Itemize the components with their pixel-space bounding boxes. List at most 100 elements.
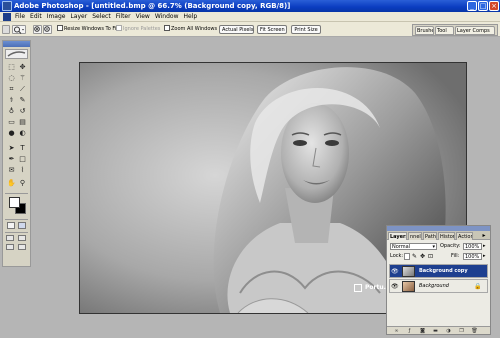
move-tool[interactable]: ✥ — [18, 63, 27, 72]
fill-dropdown-icon[interactable]: ▸ — [483, 253, 488, 260]
layer-thumbnail — [402, 281, 415, 292]
blur-tool[interactable]: ● — [7, 129, 16, 138]
quick-mask-mode-button[interactable] — [18, 222, 26, 229]
screen-mode-standard-button[interactable] — [6, 235, 14, 241]
menu-file[interactable]: File — [15, 13, 25, 20]
layer-row-background-copy[interactable]: 👁 Background copy — [389, 264, 488, 278]
type-tool[interactable]: T — [18, 144, 27, 153]
healing-brush-icon: ⚕ — [9, 96, 14, 104]
layer-style-icon[interactable]: ƒ — [406, 328, 413, 334]
trash-icon[interactable]: 🗑 — [471, 328, 478, 334]
crop-tool[interactable]: ⌗ — [7, 85, 16, 94]
dodge-tool[interactable]: ◐ — [18, 129, 27, 138]
blend-mode-select[interactable]: Normal ▾ — [390, 243, 437, 250]
standard-mode-button[interactable] — [7, 222, 15, 229]
foreground-color-swatch[interactable] — [9, 197, 20, 208]
toolbox-title-bar[interactable] — [3, 41, 30, 47]
zoom-all-label: Zoom All Windows — [171, 26, 218, 32]
screen-mode-full-button[interactable] — [6, 244, 14, 250]
palette-tab-brushes[interactable]: Brushes — [415, 26, 434, 35]
eraser-tool[interactable]: ▭ — [7, 118, 16, 127]
actual-pixels-button[interactable]: Actual Pixels — [219, 25, 254, 34]
history-brush-tool[interactable]: ↺ — [18, 107, 27, 116]
palette-tab-tool-presets[interactable]: Tool Pr — [435, 26, 454, 35]
layer-row-background[interactable]: 👁 Background 🔒 — [389, 279, 488, 293]
link-icon[interactable]: ∞ — [393, 328, 400, 334]
zoom-tool-preset-icon[interactable] — [12, 25, 26, 34]
slice-tool[interactable]: ⟋ — [18, 85, 27, 94]
zoom-tool[interactable]: ⚲ — [18, 179, 27, 188]
tab-channels[interactable]: nnels — [408, 232, 422, 240]
menu-image[interactable]: Image — [47, 13, 66, 20]
gradient-tool[interactable]: ▤ — [18, 118, 27, 127]
tab-layers[interactable]: Layers — [388, 232, 407, 240]
layers-panel: Layers nnels Paths History Actions ▸ Nor… — [386, 225, 491, 335]
eyedropper-tool[interactable]: ⌇ — [18, 166, 27, 175]
adjustment-icon[interactable]: ◑ — [445, 328, 452, 334]
opacity-field[interactable]: 100% — [463, 243, 482, 250]
hand-icon: ✋ — [7, 179, 16, 187]
toolbox-divider — [5, 193, 28, 194]
document-menu-icon[interactable] — [3, 12, 11, 21]
shape-tool[interactable]: □ — [18, 155, 27, 164]
menu-layer[interactable]: Layer — [70, 13, 87, 20]
layer-name: Background copy — [419, 268, 468, 274]
palette-well: Brushes Tool Pr Layer Comps — [412, 24, 498, 36]
print-size-button[interactable]: Print Size — [291, 25, 321, 34]
panel-menu-arrow-icon[interactable]: ▸ — [480, 232, 488, 239]
menu-view[interactable]: View — [136, 13, 150, 20]
brush-icon: ✎ — [19, 96, 26, 104]
menu-window[interactable]: Window — [155, 13, 179, 20]
path-selection-tool[interactable]: ➤ — [7, 144, 16, 153]
magic-wand-tool[interactable]: ⚚ — [18, 74, 27, 83]
pen-tool[interactable]: ✒ — [7, 155, 16, 164]
ignore-palettes-label: Ignore Palettes — [123, 26, 161, 32]
mask-icon[interactable]: ◙ — [419, 328, 426, 334]
marquee-tool[interactable]: ⬚ — [7, 63, 16, 72]
fill-field[interactable]: 100% — [463, 253, 482, 260]
opacity-label: Opacity: — [440, 243, 461, 249]
fit-screen-button[interactable]: Fit Screen — [257, 25, 287, 34]
new-layer-icon[interactable]: ❐ — [458, 328, 465, 334]
blur-icon: ● — [8, 129, 15, 137]
title-bar: Adobe Photoshop - [untitled.bmp @ 66.7% … — [0, 0, 500, 12]
lock-transparency-icon[interactable] — [404, 253, 410, 260]
menu-select[interactable]: Select — [92, 13, 111, 20]
notes-tool[interactable]: ✉ — [7, 166, 16, 175]
menu-edit[interactable]: Edit — [30, 13, 42, 20]
lock-pixels-icon[interactable]: ✎ — [412, 253, 418, 260]
menu-help[interactable]: Help — [184, 13, 198, 20]
zoom-icon: ⚲ — [19, 179, 26, 187]
resize-windows-checkbox[interactable]: Resize Windows To Fit — [57, 25, 118, 34]
eye-icon[interactable]: 👁 — [391, 283, 399, 290]
maximize-button[interactable]: □ — [478, 1, 488, 11]
notes-icon: ✉ — [8, 166, 15, 174]
tab-paths[interactable]: Paths — [423, 232, 437, 240]
jump-to-imageready-button[interactable] — [18, 244, 26, 250]
lock-position-icon[interactable]: ✥ — [420, 253, 426, 260]
eye-icon[interactable]: 👁 — [391, 268, 399, 275]
healing-brush-tool[interactable]: ⚕ — [7, 96, 16, 105]
minimize-button[interactable]: _ — [467, 1, 477, 11]
hand-tool[interactable]: ✋ — [7, 179, 16, 188]
tab-actions[interactable]: Actions — [456, 232, 473, 240]
zoom-out-icon[interactable] — [43, 25, 52, 34]
tab-history[interactable]: History — [438, 232, 455, 240]
palette-tab-layer-comps[interactable]: Layer Comps — [455, 26, 495, 35]
screen-mode-menubar-button[interactable] — [18, 235, 26, 241]
opacity-dropdown-icon[interactable]: ▸ — [483, 243, 488, 250]
close-button[interactable]: × — [489, 1, 499, 11]
toolbox-header-icon[interactable] — [5, 49, 28, 59]
zoom-in-icon[interactable] — [33, 25, 42, 34]
chevron-down-icon: ▾ — [432, 244, 435, 250]
clone-stamp-tool[interactable]: ♁ — [7, 107, 16, 116]
folder-icon[interactable]: ▬ — [432, 328, 439, 334]
menu-bar: File Edit Image Layer Select Filter View… — [0, 12, 500, 22]
lasso-tool[interactable]: ◌ — [7, 74, 16, 83]
brush-tool[interactable]: ✎ — [18, 96, 27, 105]
lock-all-icon[interactable]: ⊡ — [428, 253, 434, 260]
menu-filter[interactable]: Filter — [116, 13, 131, 20]
shape-icon: □ — [19, 155, 26, 163]
zoom-all-windows-checkbox[interactable]: Zoom All Windows — [164, 25, 217, 34]
path-selection-icon: ➤ — [8, 144, 15, 152]
